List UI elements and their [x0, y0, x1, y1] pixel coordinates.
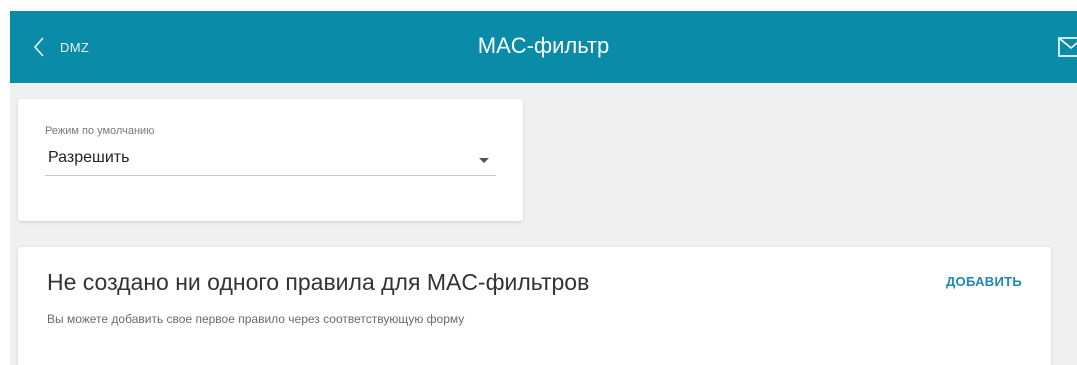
app-frame: DMZ MAC-фильтр Режим по умолчанию Разреш…: [10, 11, 1077, 365]
empty-rules-title: Не создано ни одного правила для MAC-фил…: [47, 269, 590, 295]
caret-down-icon: [479, 158, 489, 163]
default-mode-card: Режим по умолчанию Разрешить: [18, 99, 523, 221]
empty-rules-hint: Вы можете добавить свое первое правило ч…: [47, 312, 465, 326]
default-mode-value: Разрешить: [48, 149, 130, 166]
add-rule-button[interactable]: ДОБАВИТЬ: [946, 274, 1022, 289]
envelope-icon[interactable]: [1058, 37, 1077, 57]
page-title: MAC-фильтр: [477, 33, 610, 58]
mac-rules-card: Не создано ни одного правила для MAC-фил…: [18, 247, 1051, 365]
top-bar: DMZ MAC-фильтр: [10, 11, 1077, 83]
default-mode-select[interactable]: Разрешить: [45, 142, 496, 176]
default-mode-label: Режим по умолчанию: [45, 125, 155, 137]
